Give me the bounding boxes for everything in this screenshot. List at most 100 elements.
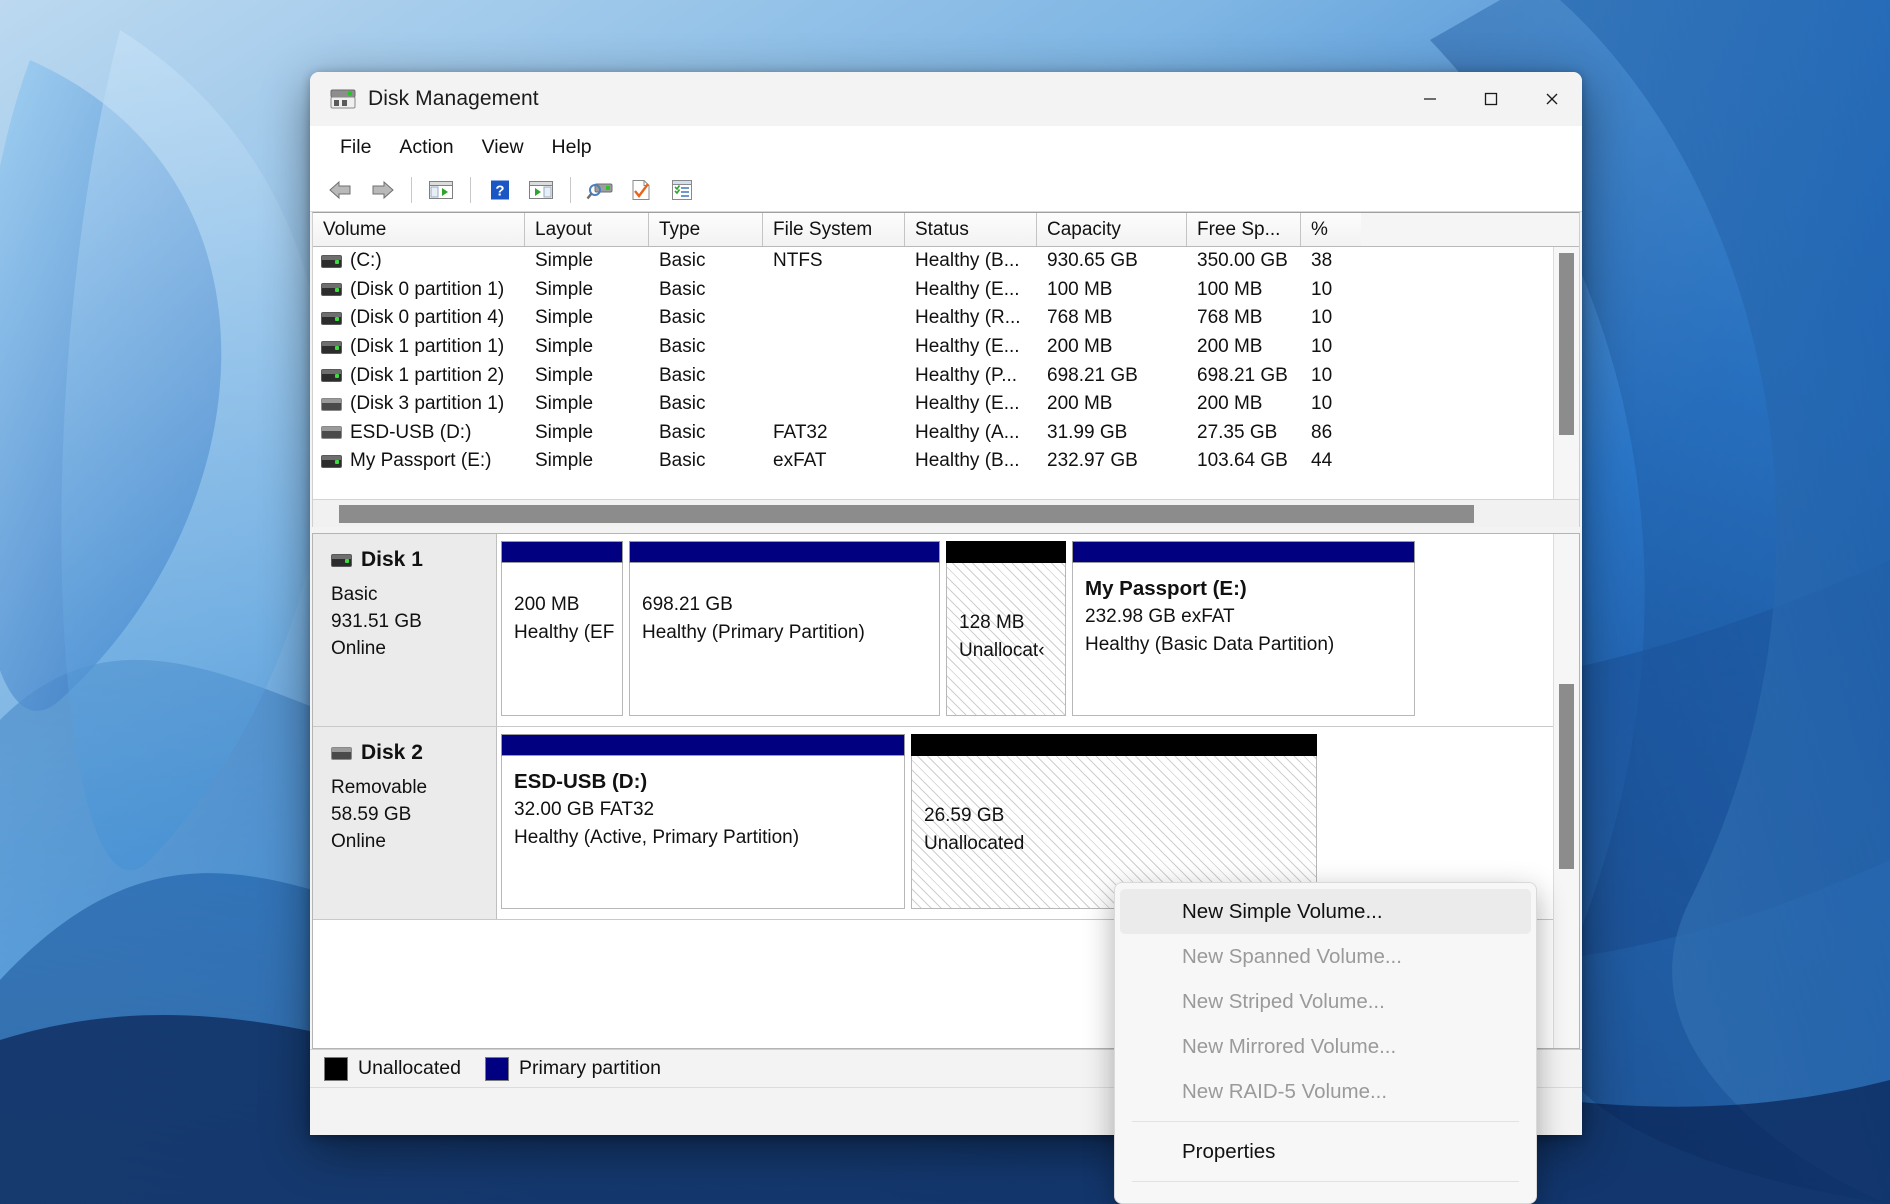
column-header-volume[interactable]: Volume — [313, 213, 525, 246]
column-header-free-space[interactable]: Free Sp... — [1187, 213, 1301, 246]
cell-volume: My Passport (E:) — [313, 450, 525, 472]
cell-free: 103.64 GB — [1187, 450, 1301, 472]
cell-type: Basic — [649, 336, 763, 358]
drive-icon-online — [321, 312, 342, 325]
help-icon[interactable]: ? — [481, 173, 519, 207]
maximize-button[interactable] — [1460, 72, 1521, 126]
cell-status: Healthy (P... — [905, 365, 1037, 387]
cell-capacity: 200 MB — [1037, 336, 1187, 358]
drive-icon-online — [321, 341, 342, 354]
back-arrow-icon[interactable] — [322, 173, 360, 207]
menu-item-help[interactable]: Help — [1120, 1189, 1531, 1204]
cell-layout: Simple — [525, 422, 649, 444]
column-header-status[interactable]: Status — [905, 213, 1037, 246]
partition-size: 26.59 GB — [924, 805, 1004, 826]
cell-volume: (Disk 0 partition 1) — [313, 279, 525, 301]
volume-label: (Disk 3 partition 1) — [350, 393, 504, 415]
cell-pct: 44 — [1301, 450, 1361, 472]
menu-item-new-simple-volume[interactable]: New Simple Volume... — [1120, 889, 1531, 934]
volume-list-body: (C:)SimpleBasicNTFSHealthy (B...930.65 G… — [313, 247, 1579, 499]
cell-capacity: 232.97 GB — [1037, 450, 1187, 472]
partition-size-fs: 232.98 GB exFAT — [1085, 603, 1414, 631]
cell-fs: NTFS — [763, 250, 905, 272]
volume-label: My Passport (E:) — [350, 450, 491, 472]
disk-info-1[interactable]: Disk 1 Basic 931.51 GB Online — [313, 534, 497, 726]
scrollbar-thumb[interactable] — [1559, 684, 1574, 869]
scrollbar-thumb[interactable] — [1559, 253, 1574, 435]
table-row[interactable]: (Disk 0 partition 4)SimpleBasicHealthy (… — [313, 304, 1579, 333]
minimize-button[interactable] — [1399, 72, 1460, 126]
disk-name: Disk 2 — [361, 741, 423, 765]
all-tasks-icon[interactable] — [663, 173, 701, 207]
table-row[interactable]: (C:)SimpleBasicNTFSHealthy (B...930.65 G… — [313, 247, 1579, 276]
cell-free: 200 MB — [1187, 393, 1301, 415]
properties-icon[interactable] — [622, 173, 660, 207]
drive-icon-online — [321, 369, 342, 382]
table-row[interactable]: (Disk 0 partition 1)SimpleBasicHealthy (… — [313, 276, 1579, 305]
disk-kind: Basic — [331, 581, 496, 608]
partition-size: 128 MB — [959, 612, 1024, 633]
disk-title-1: Disk 1 — [331, 548, 496, 572]
disk-name: Disk 1 — [361, 548, 423, 572]
partition-status: Healthy (Basic Data Partition) — [1085, 631, 1414, 659]
drive-icon-offline — [321, 398, 342, 411]
cell-pct: 10 — [1301, 393, 1361, 415]
disk-state: Online — [331, 635, 496, 662]
table-row[interactable]: ESD-USB (D:)SimpleBasicFAT32Healthy (A..… — [313, 419, 1579, 448]
volume-list-vertical-scrollbar[interactable] — [1553, 247, 1579, 499]
cell-status: Healthy (E... — [905, 279, 1037, 301]
rescan-disks-icon[interactable] — [581, 173, 619, 207]
partition-block[interactable]: 698.21 GB Healthy (Primary Partition) — [629, 541, 940, 716]
menu-view[interactable]: View — [470, 132, 536, 163]
partition-block[interactable]: ESD-USB (D:) 32.00 GB FAT32 Healthy (Act… — [501, 734, 905, 909]
table-row[interactable]: (Disk 1 partition 1)SimpleBasicHealthy (… — [313, 333, 1579, 362]
svg-text:?: ? — [495, 182, 504, 199]
partition-block-unallocated[interactable]: 128 MB Unallocat‹ — [946, 541, 1066, 716]
partition-capacity-bar — [629, 541, 940, 563]
menu-file[interactable]: File — [328, 132, 383, 163]
disk-1-partitions: 200 MB Healthy (EF 698.21 GB Healthy (Pr… — [497, 534, 1579, 726]
legend-swatch-unallocated — [324, 1057, 348, 1081]
drive-icon-online — [321, 255, 342, 268]
disk-size: 58.59 GB — [331, 801, 496, 828]
disk-info-2[interactable]: Disk 2 Removable 58.59 GB Online — [313, 727, 497, 919]
partition-status: Unallocated — [924, 833, 1024, 854]
forward-arrow-icon[interactable] — [363, 173, 401, 207]
partition-capacity-bar — [501, 734, 905, 756]
menu-item-properties[interactable]: Properties — [1120, 1129, 1531, 1174]
scrollbar-thumb[interactable] — [339, 505, 1474, 523]
legend-swatch-primary — [485, 1057, 509, 1081]
graphical-pane-scrollbar[interactable] — [1553, 534, 1579, 1048]
show-action-pane-icon[interactable] — [522, 173, 560, 207]
disk-state: Online — [331, 828, 496, 855]
cell-status: Healthy (E... — [905, 393, 1037, 415]
volume-label: (Disk 0 partition 4) — [350, 307, 504, 329]
volume-list-horizontal-scrollbar[interactable] — [313, 499, 1579, 527]
cell-layout: Simple — [525, 250, 649, 272]
show-console-tree-icon[interactable] — [422, 173, 460, 207]
table-row[interactable]: (Disk 1 partition 2)SimpleBasicHealthy (… — [313, 361, 1579, 390]
column-header-type[interactable]: Type — [649, 213, 763, 246]
menu-help[interactable]: Help — [540, 132, 604, 163]
table-row[interactable]: My Passport (E:)SimpleBasicexFATHealthy … — [313, 447, 1579, 476]
partition-block[interactable]: 200 MB Healthy (EF — [501, 541, 623, 716]
partition-block[interactable]: My Passport (E:) 232.98 GB exFAT Healthy… — [1072, 541, 1415, 716]
column-header-percent[interactable]: % — [1301, 213, 1361, 246]
cell-fs: exFAT — [763, 450, 905, 472]
volume-label: (Disk 0 partition 1) — [350, 279, 504, 301]
column-header-file-system[interactable]: File System — [763, 213, 905, 246]
table-row[interactable]: (Disk 3 partition 1)SimpleBasicHealthy (… — [313, 390, 1579, 419]
cell-pct: 10 — [1301, 307, 1361, 329]
partition-body: 128 MB Unallocat‹ — [946, 563, 1066, 716]
column-header-capacity[interactable]: Capacity — [1037, 213, 1187, 246]
menu-item-new-mirrored-volume: New Mirrored Volume... — [1120, 1024, 1531, 1069]
cell-capacity: 930.65 GB — [1037, 250, 1187, 272]
legend-label-unallocated: Unallocated — [358, 1057, 461, 1080]
disk-size: 931.51 GB — [331, 608, 496, 635]
menu-separator — [1132, 1121, 1519, 1122]
cell-status: Healthy (R... — [905, 307, 1037, 329]
menu-action[interactable]: Action — [387, 132, 465, 163]
close-button[interactable] — [1521, 72, 1582, 126]
cell-layout: Simple — [525, 307, 649, 329]
column-header-layout[interactable]: Layout — [525, 213, 649, 246]
